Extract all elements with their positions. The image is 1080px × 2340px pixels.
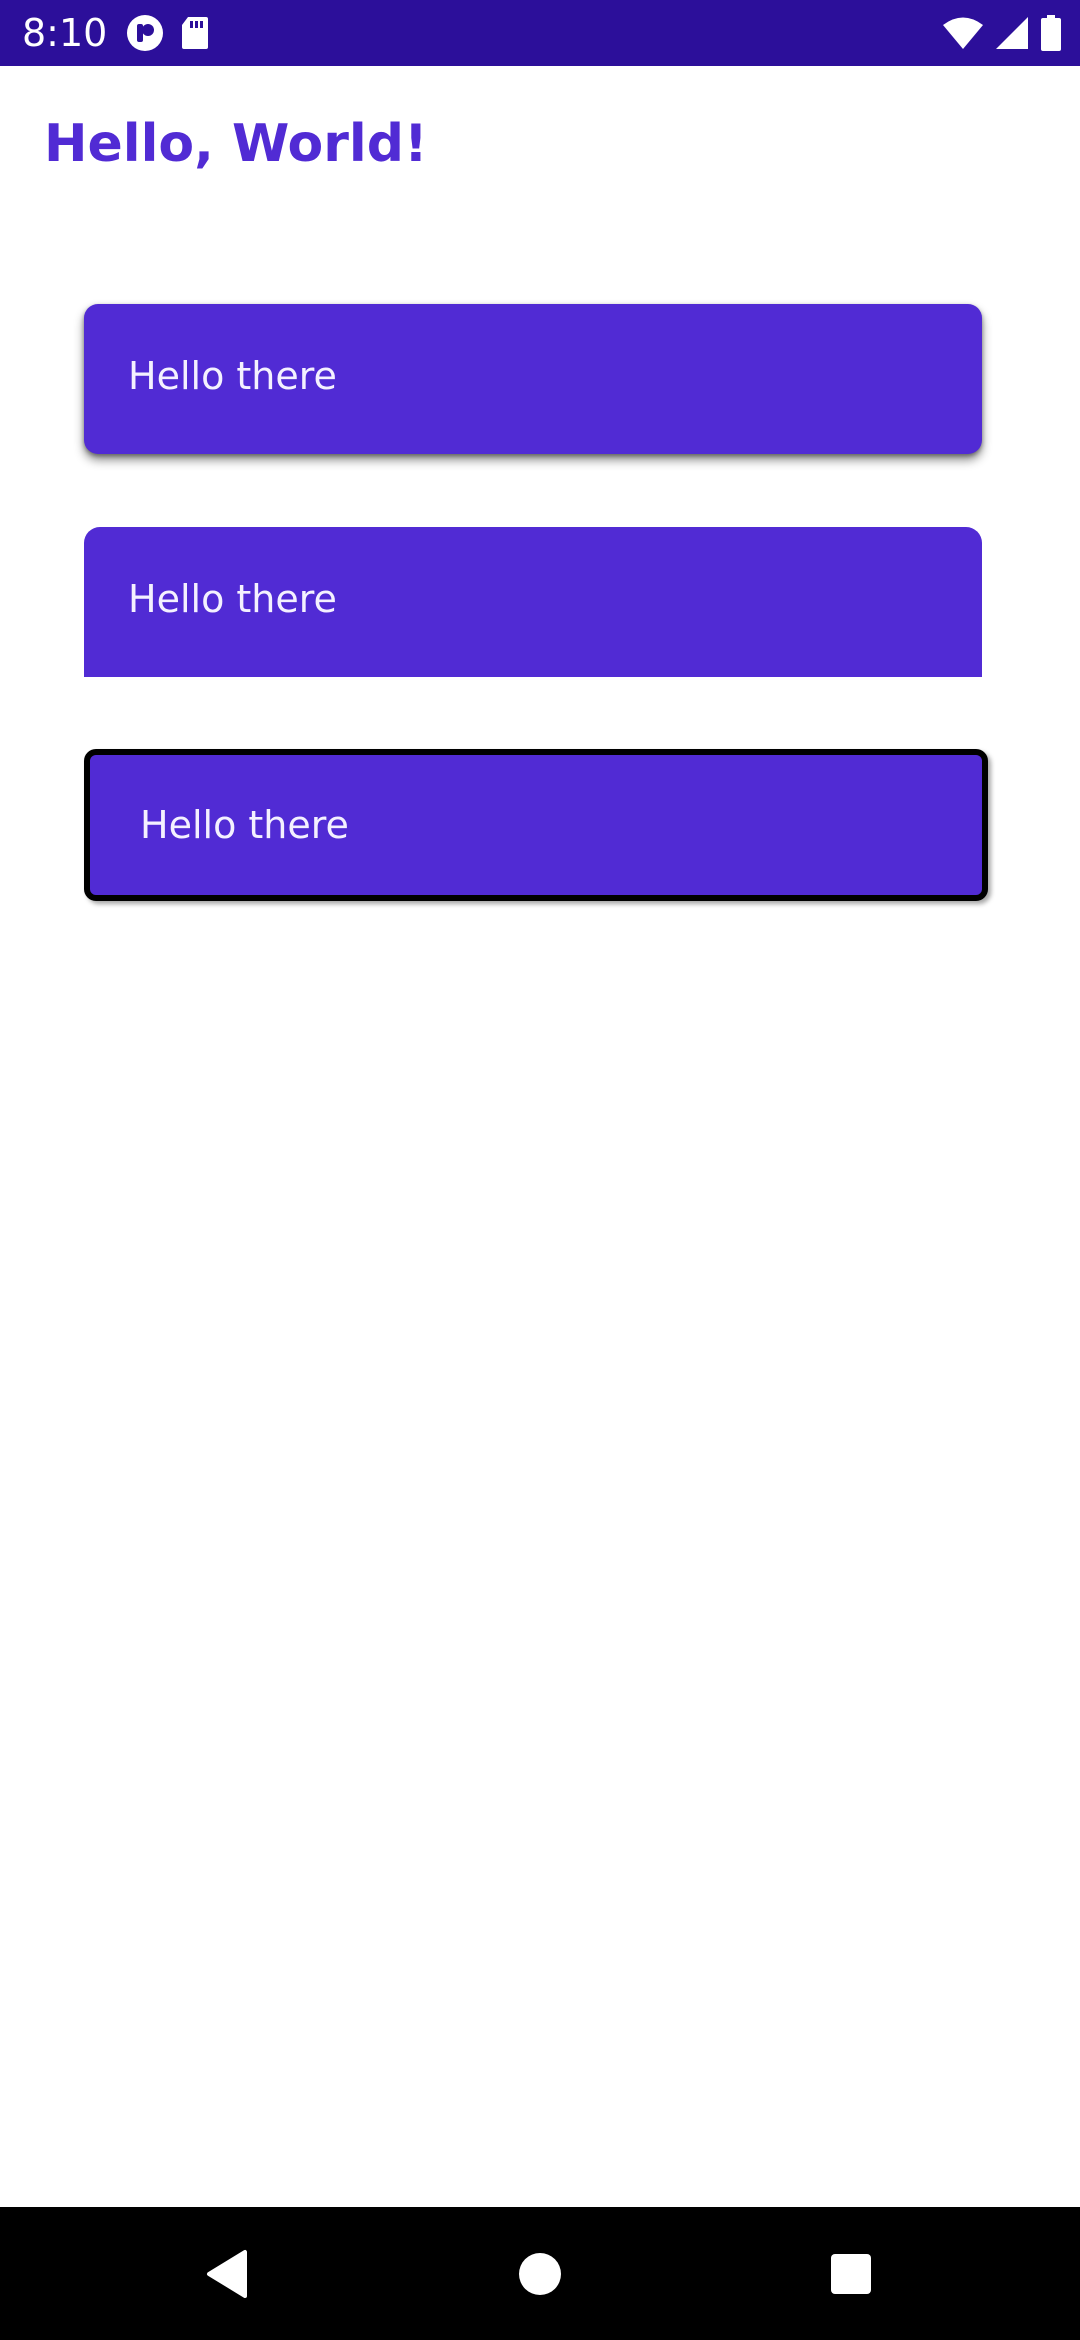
shadow-card[interactable]: Hello there (84, 304, 982, 454)
card-label: Hello there (128, 577, 337, 621)
home-icon (519, 2253, 561, 2295)
status-bar: 8:10 (0, 0, 1080, 66)
back-icon (207, 2250, 247, 2298)
home-button[interactable] (509, 2243, 571, 2305)
card-label: Hello there (128, 354, 337, 398)
app-screen: 8:10 Hello, World! Hello there Hello the… (0, 0, 1080, 2340)
card-label: Hello there (140, 803, 349, 847)
sd-card-icon (180, 15, 210, 51)
back-button[interactable] (196, 2243, 258, 2305)
notification-app-icon (126, 14, 164, 52)
flat-card[interactable]: Hello there (84, 527, 982, 677)
cellular-signal-icon (994, 16, 1030, 50)
page-title: Hello, World! (44, 114, 428, 174)
wifi-icon (942, 16, 984, 50)
bordered-card[interactable]: Hello there (84, 749, 988, 901)
status-right-icons (942, 14, 1062, 52)
recents-icon (831, 2254, 871, 2294)
battery-icon (1040, 15, 1062, 51)
recents-button[interactable] (820, 2243, 882, 2305)
status-left-icons (126, 14, 210, 52)
status-time: 8:10 (22, 11, 108, 55)
navigation-bar (0, 2207, 1080, 2340)
